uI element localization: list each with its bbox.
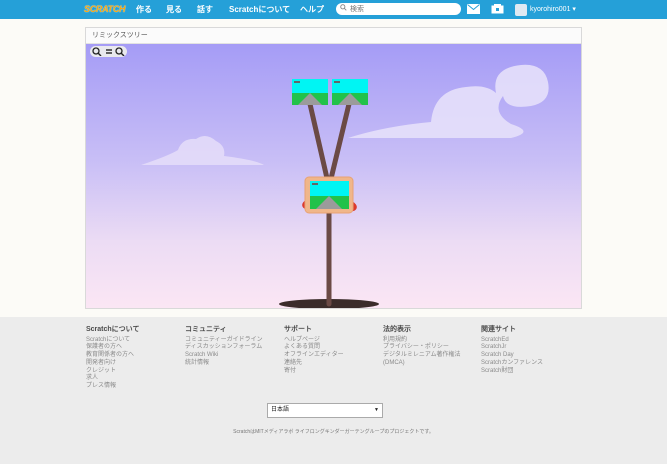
chevron-down-icon: ▼ (374, 407, 379, 413)
footer-link[interactable]: 連絡先 (284, 360, 344, 368)
footer-link[interactable]: 教育関係者の方へ (86, 352, 139, 360)
cloud-left (141, 135, 264, 165)
language-select[interactable]: 日本語 ▼ (267, 403, 383, 418)
footer: Scratchについて Scratchについて 保護者の方へ 教育関係者の方へ … (0, 317, 667, 464)
zoom-in-icon[interactable] (92, 47, 102, 56)
footer-link[interactable]: 保護者の方へ (86, 344, 139, 352)
project-thumb-child-1 (292, 79, 328, 105)
nav-help[interactable]: ヘルプ (300, 0, 324, 19)
footer-link[interactable]: 統計情報 (185, 360, 263, 368)
nav-about[interactable]: Scratchについて (229, 0, 290, 19)
footer-link[interactable]: Scratchカンファレンス (481, 360, 543, 368)
copyright-text: ScratchはMITメディアラボ ライフロングキンダーガーテングループのプロジ… (233, 429, 434, 435)
footer-col-community: コミュニティ コミュニティーガイドライン ディスカッションフォーラム Scrat… (185, 326, 263, 368)
nav-discuss[interactable]: 話す (197, 0, 213, 19)
avatar[interactable] (515, 4, 527, 16)
footer-link[interactable]: (DMCA) (383, 360, 460, 368)
my-stuff-icon[interactable] (491, 4, 504, 14)
footer-heading: サポート (284, 326, 312, 333)
messages-icon[interactable] (467, 4, 480, 14)
username-menu[interactable]: kyorohiro001 ▾ (530, 0, 576, 19)
footer-col-related: 関連サイト ScratchEd ScratchJr Scratch Day Sc… (481, 326, 543, 375)
footer-link[interactable]: ディスカッションフォーラム (185, 344, 263, 352)
remix-tree-drawing (141, 64, 549, 308)
zoom-controls (90, 46, 127, 57)
project-thumb-parent (310, 181, 349, 209)
footer-heading: コミュニティ (185, 326, 227, 333)
footer-link[interactable]: プライバシー・ポリシー (383, 344, 460, 352)
footer-heading: Scratchについて (86, 326, 140, 333)
language-value: 日本語 (271, 407, 290, 413)
footer-link[interactable]: ScratchEd (481, 337, 543, 345)
nav-explore[interactable]: 見る (166, 0, 182, 19)
footer-link[interactable]: 開発者向け (86, 360, 139, 368)
footer-link[interactable]: 寄付 (284, 368, 344, 376)
footer-link[interactable]: デジタルミレニアム著作権法 (383, 352, 460, 360)
footer-link[interactable]: 求人 (86, 375, 139, 383)
nav-create[interactable]: 作る (136, 0, 152, 19)
panel-title: リミックスツリー (86, 28, 581, 44)
top-nav-bar: SCRATCH 作る 見る 話す Scratchについて ヘルプ kyorohi… (0, 0, 667, 19)
footer-link[interactable]: オフラインエディター (284, 352, 344, 360)
zoom-reset-icon[interactable] (104, 47, 114, 56)
footer-col-about: Scratchについて Scratchについて 保護者の方へ 教育関係者の方へ … (86, 326, 139, 391)
footer-link[interactable]: ScratchJr (481, 344, 543, 352)
remix-tree-panel: リミックスツリー (85, 27, 582, 309)
scratch-logo[interactable]: SCRATCH (84, 2, 126, 17)
footer-link[interactable]: よくある質問 (284, 344, 344, 352)
search-input[interactable] (350, 3, 455, 15)
remix-tree-canvas[interactable] (86, 44, 581, 308)
footer-link[interactable]: Scratch Wiki (185, 352, 263, 360)
footer-heading: 法的表示 (383, 326, 411, 333)
footer-col-legal: 法的表示 利用規約 プライバシー・ポリシー デジタルミレニアム著作権法 (DMC… (383, 326, 460, 368)
search-icon (340, 4, 347, 11)
search-box[interactable] (336, 3, 461, 15)
footer-link[interactable]: プレス情報 (86, 383, 139, 391)
footer-col-support: サポート ヘルプページ よくある質問 オフラインエディター 連絡先 寄付 (284, 326, 344, 375)
project-thumb-child-2 (332, 79, 368, 105)
footer-link[interactable]: Scratch財団 (481, 368, 543, 376)
cloud-right (348, 64, 549, 138)
footer-heading: 関連サイト (481, 326, 516, 333)
footer-link[interactable]: Scratch Day (481, 352, 543, 360)
zoom-out-icon[interactable] (115, 47, 125, 56)
